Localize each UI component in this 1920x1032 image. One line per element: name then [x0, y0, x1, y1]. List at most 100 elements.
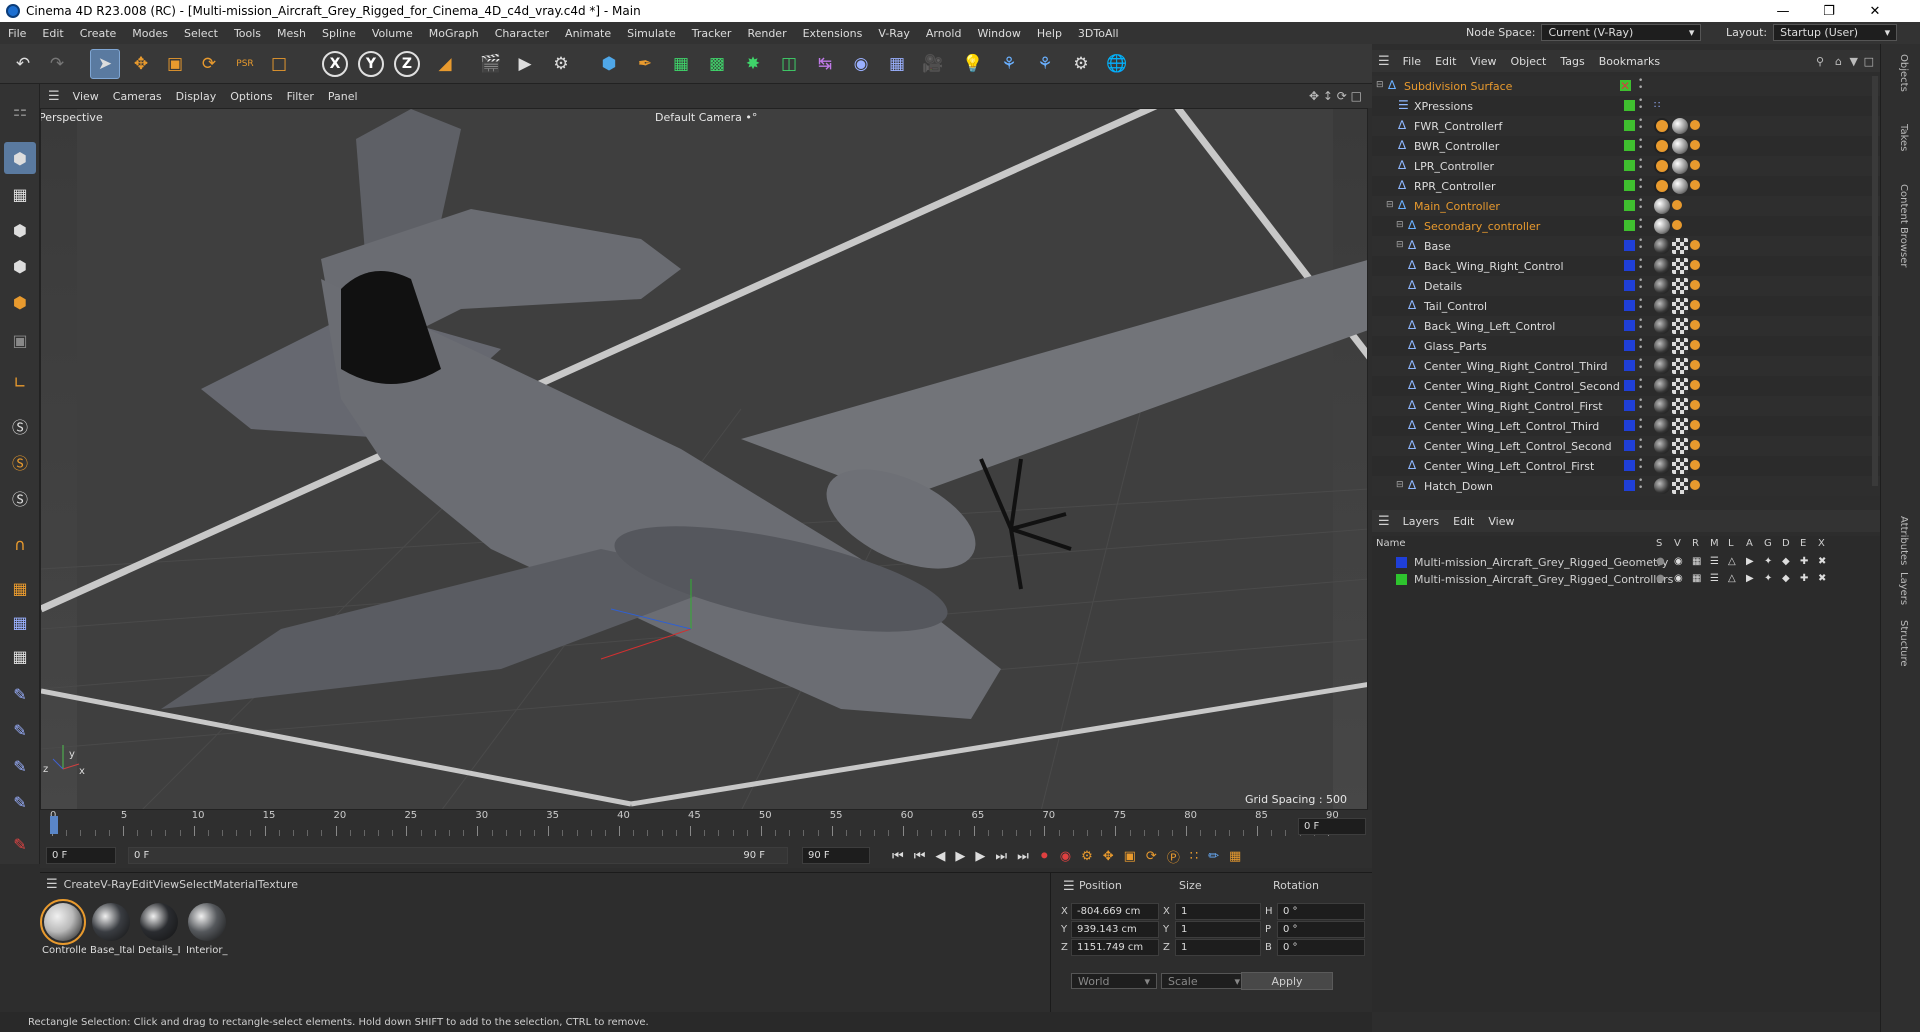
- menu-render[interactable]: Render: [739, 27, 794, 40]
- layer-toggle-icon[interactable]: ✖: [1818, 573, 1826, 584]
- visibility-dots-icon[interactable]: • •: [1638, 157, 1644, 173]
- layer-color-swatch[interactable]: [1624, 260, 1635, 271]
- texture-mode-button[interactable]: ▦: [4, 178, 36, 210]
- pen-spline-button[interactable]: ✒: [630, 49, 660, 79]
- polygons-mode-button[interactable]: ⬢: [4, 286, 36, 318]
- menu-mesh[interactable]: Mesh: [269, 27, 314, 40]
- layer-color-swatch[interactable]: [1624, 360, 1635, 371]
- goto-start-icon[interactable]: ⏮: [892, 849, 904, 864]
- render-view-button[interactable]: 🎬: [476, 49, 506, 79]
- expand-toggle-icon[interactable]: ⊟: [1396, 480, 1404, 490]
- key-pla-icon[interactable]: ∷: [1190, 849, 1198, 864]
- object-row[interactable]: ⊟ ∆ Subdivision Surface • • ✕: [1372, 76, 1880, 96]
- object-menu-view[interactable]: View: [1463, 55, 1503, 68]
- layer-color-swatch[interactable]: [1624, 160, 1635, 171]
- object-row[interactable]: ∆ Center_Wing_Right_Control_First • •: [1372, 396, 1880, 416]
- xpresso-tag-icon[interactable]: [1672, 200, 1682, 210]
- constraint-tag-icon[interactable]: [1654, 138, 1670, 154]
- layer-color-swatch[interactable]: [1396, 557, 1407, 568]
- prev-key-icon[interactable]: ⏮: [914, 849, 926, 864]
- layer-toggle-icon[interactable]: ◉: [1674, 556, 1683, 567]
- material-tag-icon[interactable]: [1672, 118, 1688, 134]
- xpresso-tag-icon[interactable]: [1690, 420, 1700, 430]
- visibility-dots-icon[interactable]: • •: [1638, 237, 1644, 253]
- camera-label[interactable]: Default Camera •°: [655, 111, 757, 124]
- position-field[interactable]: 1151.749 cm: [1071, 939, 1159, 956]
- layer-toggle-icon[interactable]: ☰: [1710, 573, 1719, 584]
- visibility-dots-icon[interactable]: • •: [1638, 457, 1644, 473]
- xpresso-tag-icon[interactable]: [1690, 360, 1700, 370]
- material-tag-icon[interactable]: [1654, 358, 1670, 374]
- object-row[interactable]: ☰ XPressions • • ∷: [1372, 96, 1880, 116]
- expand-toggle-icon[interactable]: ⊟: [1396, 240, 1404, 250]
- filter-icon[interactable]: ▼: [1850, 55, 1858, 68]
- object-row[interactable]: ∆ Center_Wing_Left_Control_Third • •: [1372, 416, 1880, 436]
- layer-color-swatch[interactable]: [1624, 380, 1635, 391]
- close-icon[interactable]: ✕: [1620, 79, 1630, 93]
- light-button[interactable]: 💡: [958, 49, 988, 79]
- menu-help[interactable]: Help: [1029, 27, 1070, 40]
- layer-color-swatch[interactable]: [1624, 240, 1635, 251]
- material-swatch[interactable]: [92, 903, 130, 941]
- xpresso-tag-icon[interactable]: [1690, 440, 1700, 450]
- layer-toggle-icon[interactable]: ◆: [1782, 573, 1790, 584]
- visibility-dots-icon[interactable]: • •: [1638, 417, 1644, 433]
- menu-modes[interactable]: Modes: [124, 27, 176, 40]
- uvw-tag-icon[interactable]: [1672, 318, 1688, 334]
- object-row[interactable]: ⊟ ∆ Main_Controller • •: [1372, 196, 1880, 216]
- viewport-menu-options[interactable]: Options: [223, 90, 279, 103]
- xpresso-tag-icon[interactable]: [1690, 160, 1700, 170]
- restore-button[interactable]: ❐: [1806, 0, 1852, 22]
- layer-color-swatch[interactable]: [1624, 440, 1635, 451]
- object-row[interactable]: ∆ FWR_Controllerf • •: [1372, 116, 1880, 136]
- coordinate-system-button[interactable]: ◢: [430, 49, 460, 79]
- layer-toggle-icon[interactable]: ●: [1656, 556, 1665, 567]
- xpresso-tag-icon[interactable]: [1672, 220, 1682, 230]
- xpresso-tag-icon[interactable]: [1690, 480, 1700, 490]
- object-row[interactable]: ∆ Center_Wing_Left_Control_First • •: [1372, 456, 1880, 476]
- layer-color-swatch[interactable]: [1624, 200, 1635, 211]
- rotation-field[interactable]: 0 °: [1277, 939, 1365, 956]
- uvw-tag-icon[interactable]: [1672, 418, 1688, 434]
- layer-toggle-icon[interactable]: △: [1728, 556, 1736, 567]
- side-tab-objects[interactable]: Objects: [1898, 54, 1909, 92]
- workplane-grid-button[interactable]: ▦: [4, 606, 36, 638]
- layer-color-swatch[interactable]: [1624, 320, 1635, 331]
- object-row[interactable]: ⊟ ∆ Secondary_controller • •: [1372, 216, 1880, 236]
- auto-key-icon[interactable]: ◉: [1060, 849, 1071, 864]
- key-position-icon[interactable]: ✥: [1103, 849, 1114, 864]
- hamburger-icon[interactable]: ☰: [48, 89, 60, 104]
- layer-toggle-icon[interactable]: ◆: [1782, 556, 1790, 567]
- size-field[interactable]: 1: [1175, 921, 1261, 938]
- visibility-dots-icon[interactable]: • •: [1638, 337, 1644, 353]
- xpresso-tag-icon[interactable]: [1690, 320, 1700, 330]
- visibility-dots-icon[interactable]: • •: [1638, 197, 1644, 213]
- object-tree-scrollbar[interactable]: [1872, 76, 1878, 486]
- object-name[interactable]: Subdivision Surface: [1404, 80, 1512, 93]
- viewport-menu-display[interactable]: Display: [169, 90, 224, 103]
- subdivision-button[interactable]: ▦: [666, 49, 696, 79]
- material-tag-icon[interactable]: [1654, 278, 1670, 294]
- render-settings-button[interactable]: ⚙: [546, 49, 576, 79]
- uvw-tag-icon[interactable]: [1672, 378, 1688, 394]
- key-selection-icon[interactable]: ⚙: [1081, 849, 1093, 864]
- object-row[interactable]: ∆ Center_Wing_Right_Control_Second • •: [1372, 376, 1880, 396]
- uvw-tag-icon[interactable]: [1672, 398, 1688, 414]
- python-button[interactable]: ⚘: [994, 49, 1024, 79]
- position-field[interactable]: 939.143 cm: [1071, 921, 1159, 938]
- visibility-dots-icon[interactable]: • •: [1638, 257, 1644, 273]
- current-frame-field[interactable]: 0 F: [1298, 818, 1366, 835]
- python-script-button[interactable]: ⚘: [1030, 49, 1060, 79]
- key-param-icon[interactable]: Ⓟ: [1167, 847, 1180, 866]
- sculpt-button[interactable]: ✎: [4, 828, 36, 860]
- menu-file[interactable]: File: [0, 27, 34, 40]
- object-row[interactable]: ∆ LPR_Controller • •: [1372, 156, 1880, 176]
- layer-toggle-icon[interactable]: ✚: [1800, 556, 1808, 567]
- side-tab-content-browser[interactable]: Content Browser: [1898, 184, 1909, 267]
- constraint-tag-icon[interactable]: [1654, 118, 1670, 134]
- rotate-button[interactable]: ⟳: [194, 49, 224, 79]
- menu-select[interactable]: Select: [176, 27, 226, 40]
- timeline-window-icon[interactable]: ▦: [1229, 849, 1241, 864]
- material-tag-icon[interactable]: [1654, 438, 1670, 454]
- move-button[interactable]: ✥: [126, 49, 156, 79]
